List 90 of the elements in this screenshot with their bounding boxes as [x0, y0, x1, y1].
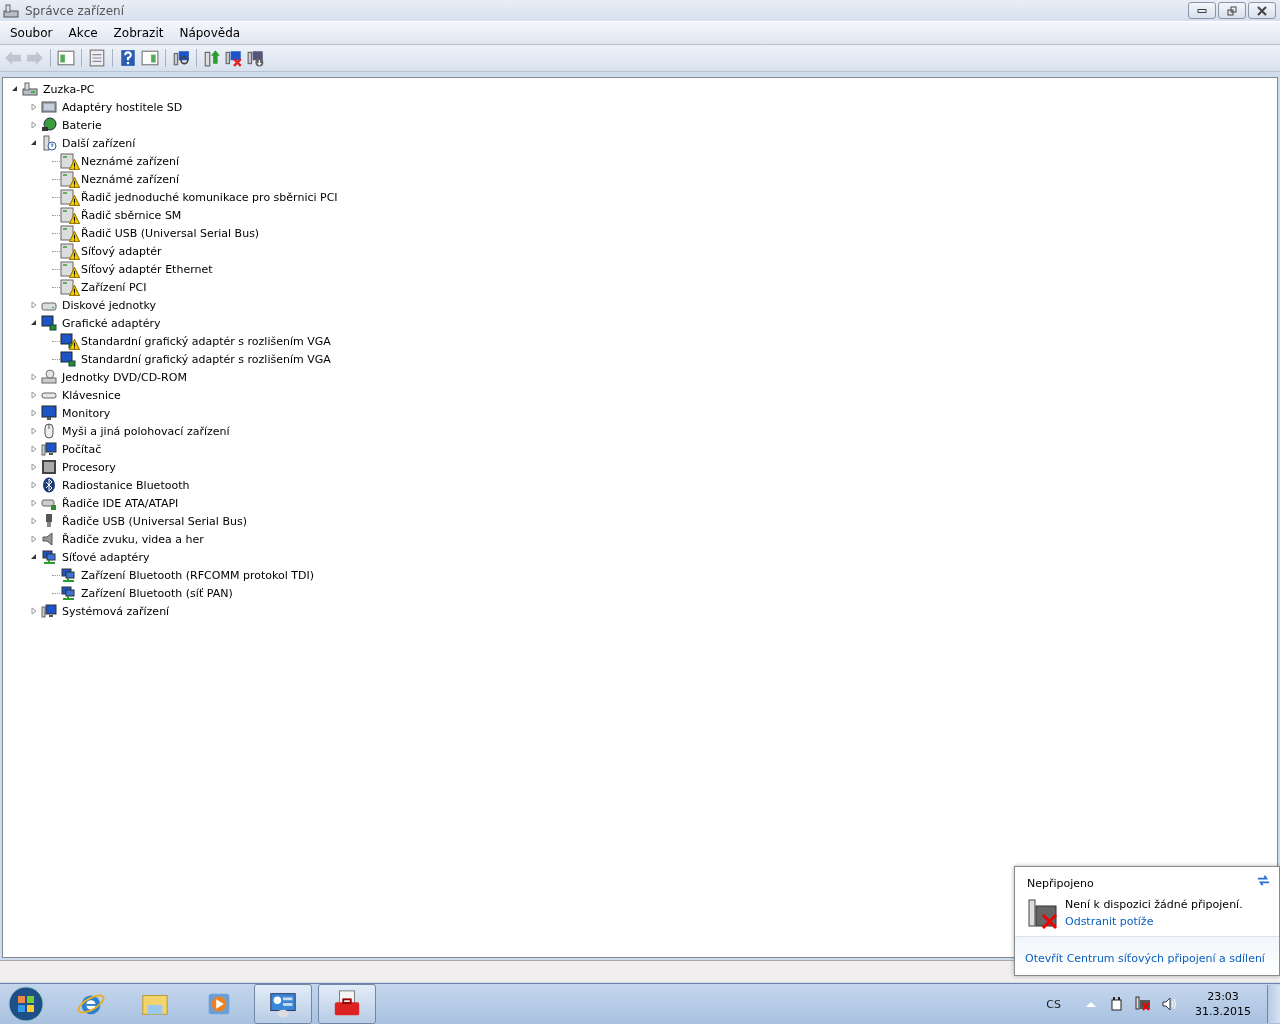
tree-item[interactable]: Síťový adaptér Ethernet [80, 262, 214, 276]
tree-item[interactable]: Baterie [61, 118, 103, 132]
tree-item[interactable]: Myši a jiná polohovací zařízení [61, 424, 231, 438]
tree-item[interactable]: Adaptéry hostitele SD [61, 100, 184, 114]
tree-item[interactable]: Grafické adaptéry [61, 316, 162, 330]
display-adapter-icon [60, 351, 76, 367]
battery-icon [41, 117, 57, 133]
action-pane-icon[interactable] [141, 49, 159, 67]
minimize-icon [1197, 8, 1207, 13]
processor-icon [41, 459, 57, 475]
troubleshoot-link[interactable]: Odstranit potíže [1065, 915, 1243, 928]
scan-hardware-icon[interactable] [172, 49, 190, 67]
restore-icon [1227, 5, 1237, 16]
device-icon [60, 189, 76, 205]
tree-item[interactable]: Řadič sběrnice SM [80, 208, 183, 222]
menu-item[interactable]: Akce [60, 26, 106, 40]
tree-item[interactable]: Diskové jednotky [61, 298, 158, 312]
display-adapter-icon [60, 333, 76, 349]
close-icon [1257, 5, 1267, 16]
menu-item[interactable]: Zobrazit [105, 26, 172, 40]
taskbar-button[interactable] [318, 984, 376, 1024]
window-title: Správce zařízení [25, 3, 124, 18]
tree-item[interactable]: Počítač [61, 442, 103, 456]
tree-item[interactable]: Neznámé zařízení [80, 172, 181, 186]
tree-item[interactable]: Radiostanice Bluetooth [61, 478, 191, 492]
device-icon [60, 207, 76, 223]
tree-item[interactable]: Řadiče zvuku, videa a her [61, 532, 205, 546]
tree-item[interactable]: Klávesnice [61, 388, 122, 402]
tree-item[interactable]: Neznámé zařízení [80, 154, 181, 168]
menu-item[interactable]: Soubor [2, 26, 61, 40]
popup-title: Nepřipojeno [1027, 877, 1094, 890]
power-plug-icon[interactable] [1109, 996, 1125, 1012]
tree-item[interactable]: Standardní grafický adaptér s rozlišením VGA [80, 352, 332, 366]
tree-item[interactable]: Monitory [61, 406, 112, 420]
tree-item[interactable]: Zuzka-PC [42, 82, 96, 96]
device-icon [60, 243, 76, 259]
display-adapter-icon [41, 315, 57, 331]
card-reader-icon [41, 99, 57, 115]
tree-item[interactable]: Řadič USB (Universal Serial Bus) [80, 226, 261, 240]
start-button[interactable] [8, 986, 44, 1022]
network-icon [60, 567, 76, 583]
network-icon [41, 549, 57, 565]
uninstall-device-icon[interactable] [247, 49, 265, 67]
update-driver-icon[interactable] [203, 49, 221, 67]
restore-button[interactable] [1218, 2, 1246, 19]
clock-time[interactable]: 23:03 [1207, 989, 1239, 1004]
tree-item[interactable]: Další zařízení [61, 136, 137, 150]
show-desktop-button[interactable] [1267, 985, 1280, 1023]
status-message: Není k dispozici žádné připojení. [1065, 898, 1243, 911]
tree-item[interactable]: Jednotky DVD/CD-ROM [61, 370, 188, 384]
tree-item[interactable]: Standardní grafický adaptér s rozlišením VGA [80, 334, 332, 348]
speaker-icon[interactable] [1161, 996, 1177, 1012]
tree-item[interactable]: Řadič jednoduché komunikace pro sběrnici PCI [80, 190, 339, 204]
network-error-icon [1027, 898, 1059, 930]
tree-item[interactable]: Zařízení Bluetooth (síť PAN) [80, 586, 234, 600]
tree-item[interactable]: Procesory [61, 460, 117, 474]
device-icon [60, 225, 76, 241]
refresh-icon[interactable] [1256, 873, 1271, 888]
bluetooth-icon [41, 477, 57, 493]
tree-item[interactable]: Síťové adaptéry [61, 550, 151, 564]
network-icon [60, 585, 76, 601]
unknown-device-icon [41, 135, 57, 151]
tree-item[interactable]: Řadiče IDE ATA/ATAPI [61, 496, 180, 510]
minimize-button[interactable] [1188, 2, 1216, 19]
monitor-icon [41, 405, 57, 421]
clock-date[interactable]: 31.3.2015 [1195, 1004, 1251, 1019]
optical-drive-icon [41, 369, 57, 385]
disable-device-icon[interactable] [225, 49, 243, 67]
computer-icon [41, 441, 57, 457]
help-icon[interactable] [119, 49, 137, 67]
device-icon [60, 153, 76, 169]
language-indicator[interactable]: CS [1046, 997, 1061, 1011]
computer-icon [41, 603, 57, 619]
tree-item[interactable]: Síťový adaptér [80, 244, 163, 258]
mouse-icon [41, 423, 57, 439]
console-tree-icon[interactable] [57, 49, 75, 67]
close-button[interactable] [1248, 2, 1276, 19]
tree-item[interactable]: Zařízení Bluetooth (RFCOMM protokol TDI) [80, 568, 315, 582]
computer-icon [22, 81, 38, 97]
taskbar-button[interactable] [254, 984, 312, 1024]
tree-item[interactable]: Systémová zařízení [61, 604, 171, 618]
network-error-icon[interactable] [1135, 996, 1151, 1012]
tree-item[interactable]: Zařízení PCI [80, 280, 148, 294]
device-icon [60, 279, 76, 295]
tree-item[interactable]: Řadiče USB (Universal Serial Bus) [61, 514, 248, 528]
device-icon [60, 171, 76, 187]
device-icon [60, 261, 76, 277]
computer-icon [3, 2, 19, 19]
properties-icon[interactable] [88, 49, 106, 67]
menu-item[interactable]: Nápověda [171, 26, 249, 40]
